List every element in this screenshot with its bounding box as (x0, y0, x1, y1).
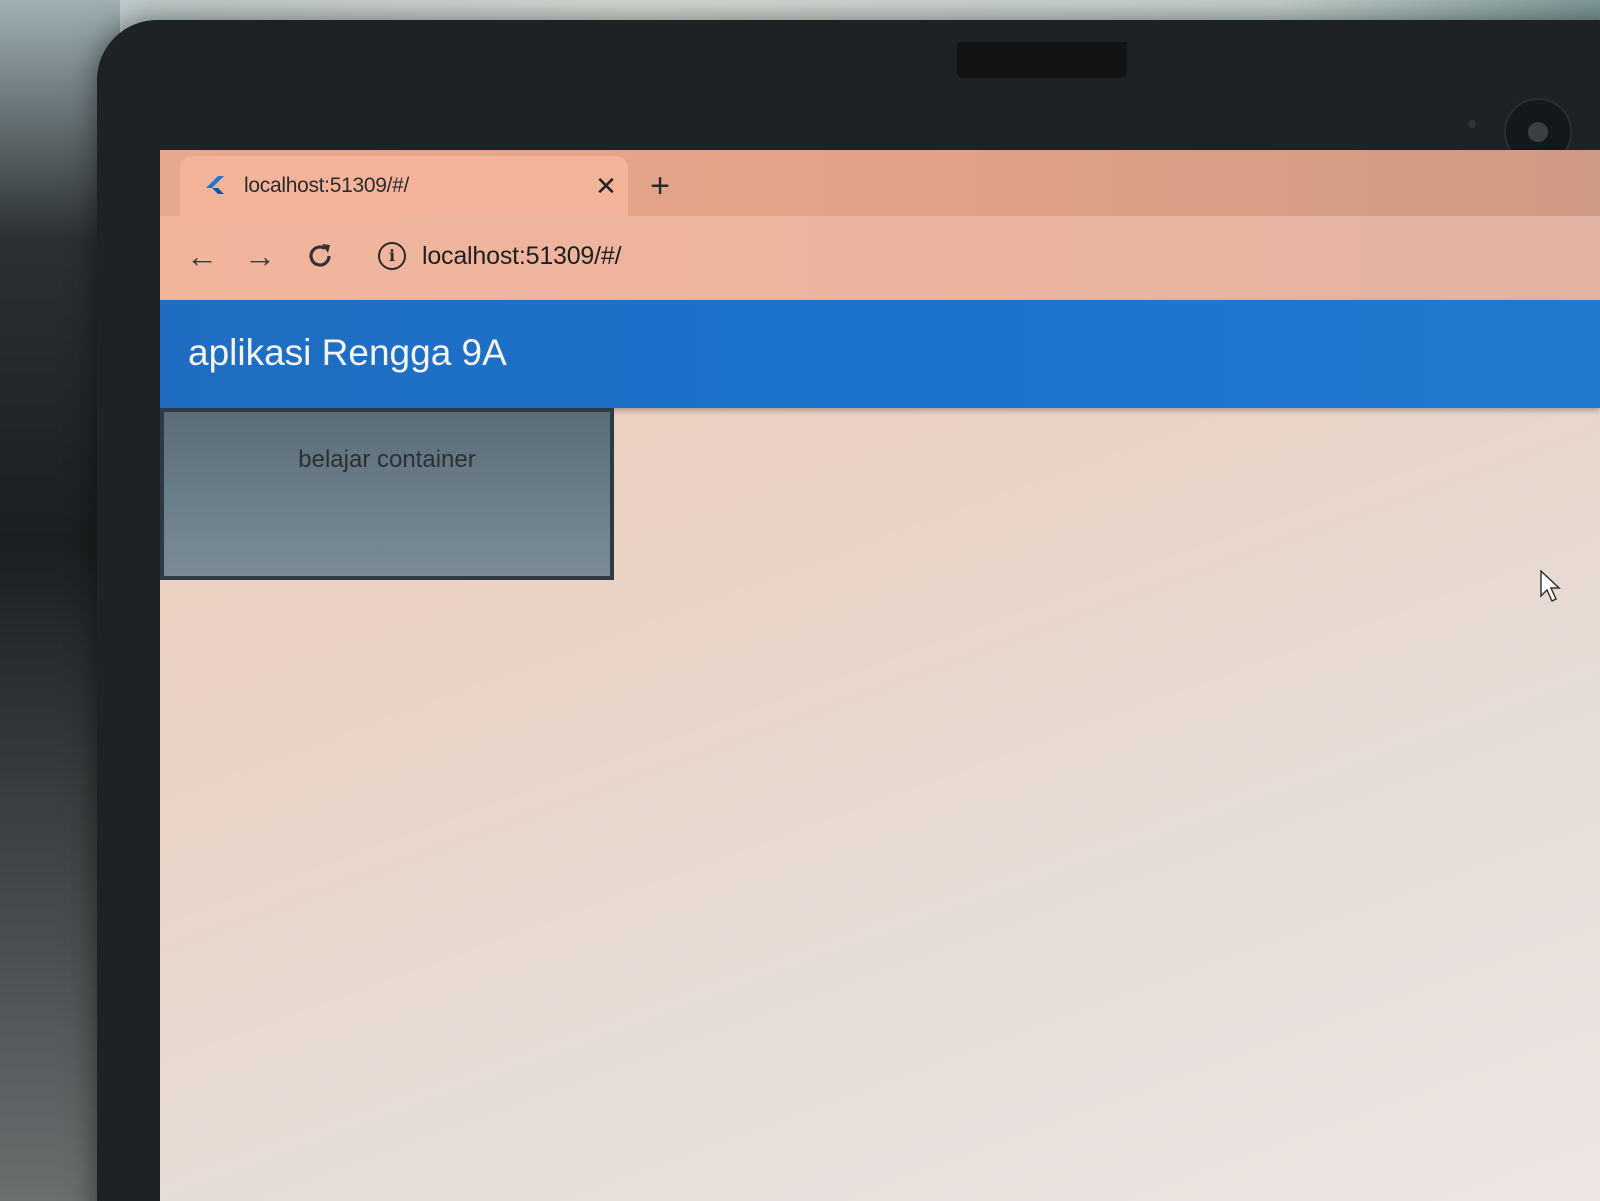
arrow-left-icon[interactable]: ← (180, 234, 224, 278)
plus-icon[interactable]: + (640, 166, 680, 206)
browser-tab[interactable]: localhost:51309/#/ ✕ (180, 156, 628, 218)
demo-container: belajar container (160, 408, 614, 580)
camera-indicator (1468, 120, 1476, 128)
address-bar[interactable]: i localhost:51309/#/ (360, 226, 1600, 286)
mouse-cursor-icon (1540, 569, 1562, 604)
reload-icon[interactable] (298, 234, 342, 278)
page-title: aplikasi Rengga 9A (188, 332, 507, 373)
bezel-notch (957, 42, 1127, 78)
info-icon[interactable]: i (378, 242, 406, 270)
app-bar: aplikasi Rengga 9A (160, 300, 1600, 408)
tab-title: localhost:51309/#/ (244, 174, 410, 197)
tab-strip: localhost:51309/#/ ✕ + (160, 150, 1600, 218)
close-icon[interactable]: ✕ (590, 170, 622, 202)
browser-toolbar: ← → i localhost:51309/#/ (160, 216, 1600, 300)
arrow-right-icon[interactable]: → (238, 234, 282, 278)
url-text[interactable]: localhost:51309/#/ (422, 242, 622, 271)
container-text: belajar container (298, 446, 476, 473)
browser-window: localhost:51309/#/ ✕ + ← → i localhost:5… (160, 150, 1600, 1201)
flutter-favicon-icon (204, 174, 226, 198)
